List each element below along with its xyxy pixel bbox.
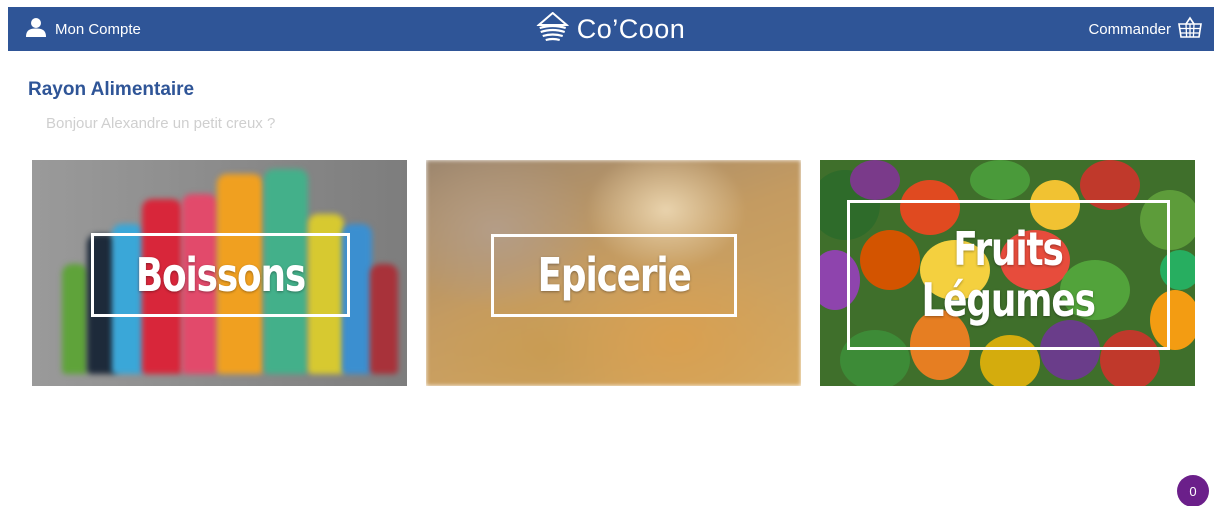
greeting-text: Bonjour Alexandre un petit creux ? [46,115,276,132]
user-icon [26,17,46,42]
brand-name: Co’Coon [576,13,686,44]
category-frame: Fruits Légumes [847,200,1170,350]
category-tile-boissons[interactable]: Boissons [32,160,407,386]
category-label: Epicerie [537,248,691,303]
basket-icon [1178,16,1202,43]
section-title: Rayon Alimentaire [28,79,195,100]
order-label: Commander [1088,20,1171,38]
category-label-line2: Légumes [921,273,1096,327]
category-frame: Epicerie [491,234,737,317]
order-button[interactable]: Commander [1088,16,1202,43]
cart-count-badge[interactable]: 0 [1177,475,1209,506]
page: Mon Compte Co’Coon Commander Rayon Alime… [0,0,1215,506]
brand-logo[interactable]: Co’Coon [536,7,686,51]
cocoon-logo-icon [536,11,570,47]
category-label: Boissons [135,247,306,302]
category-tile-fruits-legumes[interactable]: Fruits Légumes [820,160,1195,386]
account-link[interactable]: Mon Compte [26,17,141,42]
top-bar: Mon Compte Co’Coon Commander [8,7,1214,51]
category-tile-epicerie[interactable]: Epicerie [426,160,801,386]
category-label-line1: Fruits [953,222,1064,277]
account-label: Mon Compte [55,20,141,38]
category-frame: Boissons [91,233,350,317]
